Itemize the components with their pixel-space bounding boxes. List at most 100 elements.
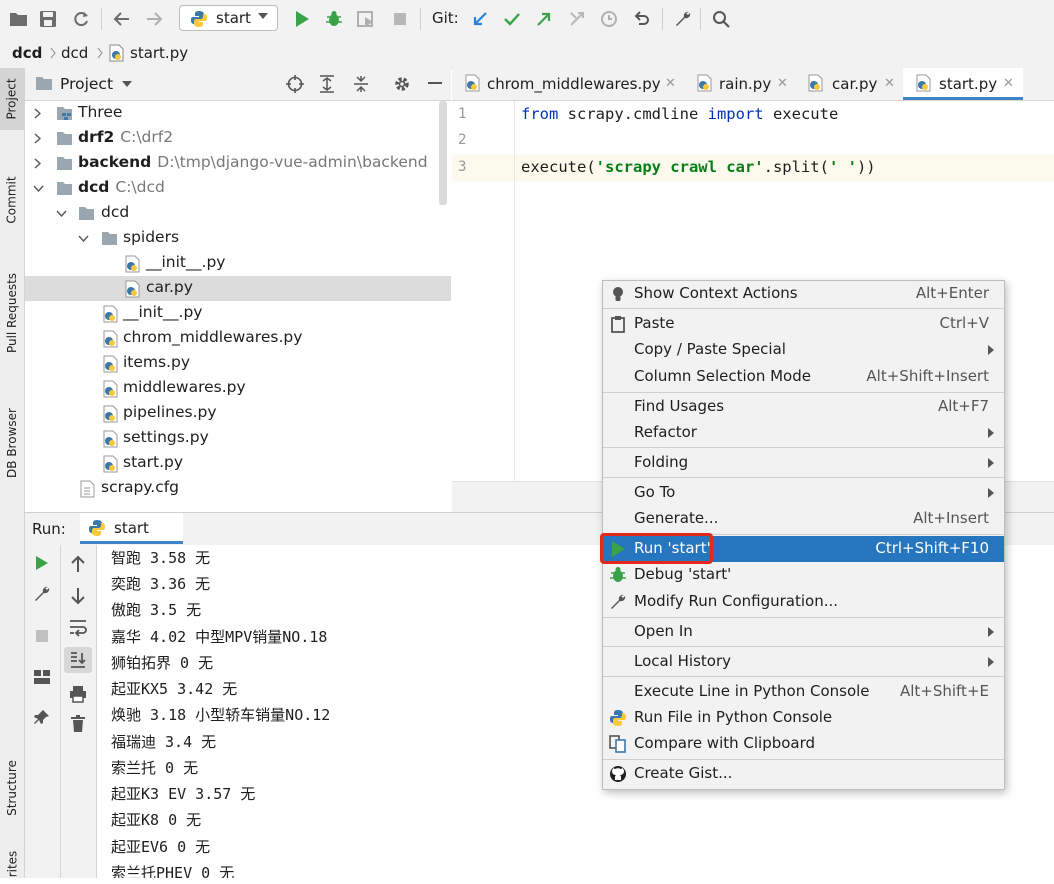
compare-icon — [609, 735, 627, 753]
rollback-icon[interactable] — [630, 7, 654, 31]
menu-item-create-gist[interactable]: Create Gist... — [603, 761, 1004, 787]
menu-item-paste[interactable]: Paste Ctrl+V — [603, 311, 1004, 337]
tree-row-spiders[interactable]: spiders — [25, 226, 451, 251]
forward-arrow-icon[interactable] — [142, 7, 166, 31]
tool-tab-commit[interactable]: Commit — [0, 160, 24, 240]
tab-start-active[interactable]: start.py ✕ — [903, 68, 1023, 100]
tree-row-spiders-init[interactable]: __init__.py — [25, 251, 451, 276]
layout-icon[interactable] — [34, 670, 50, 684]
git-push-icon[interactable] — [532, 7, 556, 31]
collapse-all-icon[interactable] — [352, 75, 370, 93]
tree-row-dcd-package[interactable]: dcd — [25, 201, 451, 226]
run-icon[interactable] — [290, 7, 314, 31]
scroll-up-icon[interactable] — [70, 555, 86, 573]
search-icon[interactable] — [709, 7, 733, 31]
menu-item-refactor[interactable]: Refactor — [603, 420, 1004, 446]
tool-tab-project[interactable]: Project — [0, 68, 24, 130]
python-file-icon — [102, 305, 119, 323]
scroll-to-end-toggle[interactable] — [64, 647, 92, 673]
soft-wrap-icon[interactable] — [68, 619, 88, 637]
wrench-icon[interactable] — [671, 7, 695, 31]
run-configuration-dropdown[interactable]: start — [179, 5, 278, 31]
pin-icon[interactable] — [34, 709, 50, 725]
close-icon[interactable]: ✕ — [1003, 76, 1014, 91]
wrench-icon[interactable] — [33, 585, 51, 603]
close-icon[interactable]: ✕ — [884, 76, 895, 91]
git-merge-icon[interactable] — [565, 7, 589, 31]
tree-item-label: backend D:\tmp\django-vue-admin\backend — [78, 153, 428, 171]
history-icon[interactable] — [597, 7, 621, 31]
menu-item-generate[interactable]: Generate... Alt+Insert — [603, 506, 1004, 532]
tool-tab-structure[interactable]: Structure — [0, 748, 24, 828]
menu-item-find-usages[interactable]: Find Usages Alt+F7 — [603, 394, 1004, 420]
menu-item-execute-line-in-console[interactable]: Execute Line in Python Console Alt+Shift+… — [603, 679, 1004, 705]
menu-item-folding[interactable]: Folding — [603, 450, 1004, 476]
stop-icon[interactable] — [388, 7, 412, 31]
python-icon — [88, 519, 106, 537]
chevron-right-icon[interactable] — [34, 133, 41, 144]
tab-chrom-middlewares[interactable]: chrom_middlewares.py ✕ — [452, 68, 683, 100]
tree-scrollbar[interactable] — [439, 101, 447, 205]
menu-item-local-history[interactable]: Local History — [603, 649, 1004, 675]
menu-item-debug-start[interactable]: Debug 'start' — [603, 562, 1004, 588]
open-folder-icon[interactable] — [7, 7, 31, 31]
breadcrumb-file[interactable]: start.py — [130, 44, 188, 62]
tool-tab-pull-requests[interactable]: Pull Requests — [0, 258, 24, 368]
gear-icon[interactable] — [393, 75, 411, 93]
chevron-down-icon[interactable] — [122, 81, 132, 88]
chevron-right-icon[interactable] — [34, 158, 41, 169]
tree-row-backend[interactable]: backend D:\tmp\django-vue-admin\backend — [25, 151, 451, 176]
breadcrumb-folder[interactable]: dcd — [61, 44, 88, 62]
close-icon[interactable]: ✕ — [777, 76, 788, 91]
breadcrumb-project[interactable]: dcd — [12, 44, 42, 62]
trash-icon[interactable] — [70, 715, 86, 733]
menu-item-go-to[interactable]: Go To — [603, 480, 1004, 506]
run-configuration-label: start — [216, 9, 251, 27]
menu-item-show-context-actions[interactable]: Show Context Actions Alt+Enter — [603, 281, 1004, 307]
tab-car[interactable]: car.py ✕ — [795, 68, 902, 100]
tree-row-settings[interactable]: settings.py — [25, 426, 451, 451]
chevron-right-icon[interactable] — [34, 108, 41, 119]
tree-row-chrom-middlewares[interactable]: chrom_middlewares.py — [25, 326, 451, 351]
rerun-icon[interactable] — [35, 555, 49, 571]
tree-row-start-py[interactable]: start.py — [25, 451, 451, 476]
close-icon[interactable]: ✕ — [665, 76, 676, 91]
tab-rain[interactable]: rain.py ✕ — [684, 68, 794, 100]
run-tab-start[interactable]: start — [80, 513, 183, 544]
tree-row-three[interactable]: Three — [25, 101, 451, 126]
sync-icon[interactable] — [69, 7, 93, 31]
tree-row-drf2[interactable]: drf2 C:\drf2 — [25, 126, 451, 151]
git-update-icon[interactable] — [468, 7, 492, 31]
tool-tab-db-browser[interactable]: DB Browser — [0, 393, 24, 493]
menu-item-column-selection-mode[interactable]: Column Selection Mode Alt+Shift+Insert — [603, 364, 1004, 390]
print-icon[interactable] — [69, 685, 87, 703]
scroll-down-icon[interactable] — [70, 587, 86, 605]
chevron-down-icon[interactable] — [56, 210, 67, 217]
menu-item-run-file-in-console[interactable]: Run File in Python Console — [603, 705, 1004, 731]
menu-item-open-in[interactable]: Open In — [603, 619, 1004, 645]
back-arrow-icon[interactable] — [110, 7, 134, 31]
tree-item-label: chrom_middlewares.py — [123, 328, 303, 346]
locate-icon[interactable] — [286, 75, 304, 93]
chevron-down-icon[interactable] — [78, 235, 89, 242]
minimize-icon[interactable] — [428, 82, 442, 86]
menu-item-modify-run-configuration[interactable]: Modify Run Configuration... — [603, 589, 1004, 615]
tree-row-pipelines[interactable]: pipelines.py — [25, 401, 451, 426]
menu-item-compare-with-clipboard[interactable]: Compare with Clipboard — [603, 731, 1004, 757]
tool-tab-favorites[interactable]: rites — [0, 844, 24, 884]
menu-item-copy-paste-special[interactable]: Copy / Paste Special — [603, 337, 1004, 363]
tree-row-car-py[interactable]: car.py — [25, 276, 451, 301]
git-commit-icon[interactable] — [500, 7, 524, 31]
expand-all-icon[interactable] — [318, 75, 336, 93]
debug-icon[interactable] — [322, 7, 346, 31]
tree-row-middlewares[interactable]: middlewares.py — [25, 376, 451, 401]
project-panel-title[interactable]: Project — [60, 75, 113, 93]
run-with-coverage-icon[interactable] — [354, 7, 378, 31]
save-icon[interactable] — [36, 7, 60, 31]
tree-row-dcd-init[interactable]: __init__.py — [25, 301, 451, 326]
tree-row-dcd-root[interactable]: dcd C:\dcd — [25, 176, 451, 201]
tree-row-scrapy-cfg[interactable]: scrapy.cfg — [25, 476, 451, 501]
stop-icon[interactable] — [35, 629, 49, 643]
chevron-down-icon[interactable] — [33, 185, 44, 192]
tree-row-items[interactable]: items.py — [25, 351, 451, 376]
